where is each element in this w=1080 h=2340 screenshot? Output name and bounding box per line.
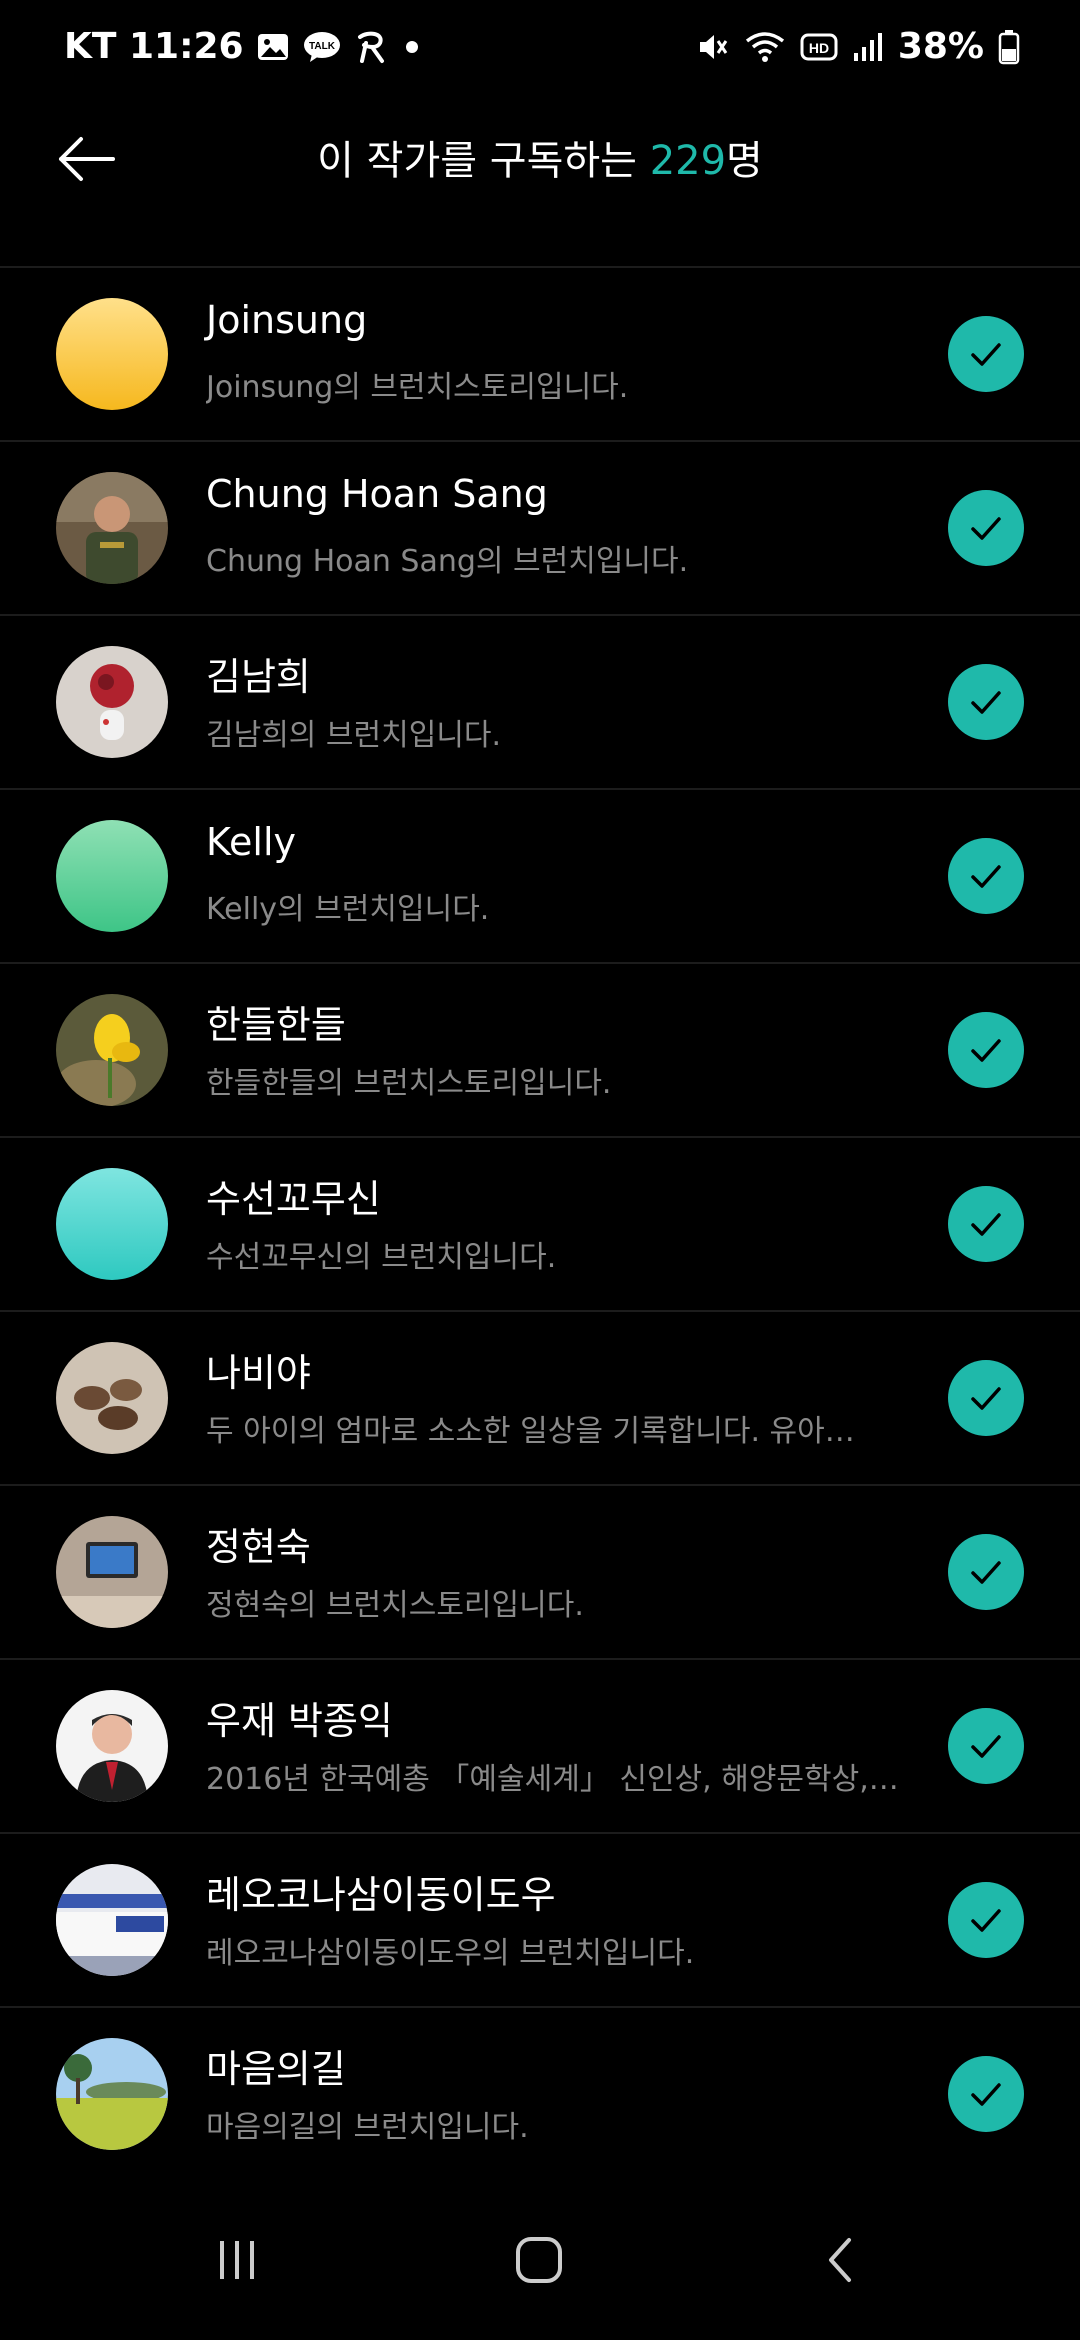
page-title: 이 작가를 구독하는 229명 — [0, 128, 1080, 186]
checkmark-icon — [971, 865, 1001, 888]
battery-icon — [998, 29, 1020, 65]
list-item[interactable]: 우재 박종익 2016년 한국예총 「예술세계」 신인상, 해양문학상, … — [0, 1660, 1080, 1834]
subscriber-description: 마음의길의 브런치입니다. — [206, 2110, 529, 2145]
signal-icon — [852, 31, 884, 63]
avatar — [56, 298, 168, 410]
recent-apps-icon — [220, 2241, 254, 2279]
subscribed-toggle-button[interactable] — [948, 1360, 1024, 1436]
system-back-button[interactable] — [796, 2220, 886, 2300]
recent-apps-button[interactable] — [192, 2220, 282, 2300]
avatar — [56, 472, 168, 584]
avatar — [56, 820, 168, 932]
checkmark-icon — [971, 1735, 1001, 1758]
checkmark-icon — [971, 1909, 1001, 1932]
kakaotalk-icon: TALK — [302, 30, 342, 64]
avatar — [56, 1516, 168, 1628]
gallery-icon — [256, 30, 290, 64]
subscriber-description: 레오코나삼이동이도우의 브런치입니다. — [206, 1936, 695, 1971]
subscribed-toggle-button[interactable] — [948, 1186, 1024, 1262]
status-bar: KT 11:26 TALK HD 38% — [0, 0, 1080, 104]
avatar — [56, 1690, 168, 1802]
subscriber-name: 정현숙 — [206, 1525, 311, 1569]
subscribed-toggle-button[interactable] — [948, 1534, 1024, 1610]
title-prefix: 이 작가를 구독하는 — [317, 138, 650, 184]
subscriber-name: Kelly — [206, 820, 297, 864]
subscribed-toggle-button[interactable] — [948, 1012, 1024, 1088]
dot-icon — [402, 37, 422, 57]
status-left: KT 11:26 TALK — [64, 26, 422, 67]
subscriber-name: Joinsung — [206, 298, 368, 342]
svg-text:HD: HD — [809, 40, 829, 56]
subscribed-toggle-button[interactable] — [948, 1708, 1024, 1784]
avatar — [56, 646, 168, 758]
subscriber-name: 김남희 — [206, 655, 311, 699]
header: 이 작가를 구독하는 229명 — [0, 104, 1080, 264]
list-item[interactable]: 나비야 두 아이의 엄마로 소소한 일상을 기록합니다. 유아… — [0, 1312, 1080, 1486]
status-time: KT 11:26 — [64, 26, 244, 67]
hd-icon: HD — [800, 31, 838, 63]
subscriber-description: 정현숙의 브런치스토리입니다. — [206, 1588, 584, 1623]
system-nav-bar — [0, 2180, 1080, 2340]
list-item[interactable]: 한들한들 한들한들의 브런치스토리입니다. — [0, 964, 1080, 1138]
subscriber-name: 마음의길 — [206, 2047, 346, 2091]
subscriber-name: 나비야 — [206, 1351, 311, 1395]
battery-percent: 38% — [897, 26, 984, 67]
subscriber-list: Joinsung Joinsung의 브런치스토리입니다. Chung Hoan… — [0, 268, 1080, 2182]
subscriber-description: 한들한들의 브런치스토리입니다. — [206, 1066, 612, 1101]
checkmark-icon — [971, 517, 1001, 540]
status-right: HD 38% — [694, 26, 1020, 67]
subscriber-description: 2016년 한국예총 「예술세계」 신인상, 해양문학상, … — [206, 1762, 906, 1797]
subscribed-toggle-button[interactable] — [948, 1882, 1024, 1958]
list-item[interactable]: Joinsung Joinsung의 브런치스토리입니다. — [0, 268, 1080, 442]
subscriber-name: 레오코나삼이동이도우 — [206, 1873, 556, 1917]
avatar — [56, 2038, 168, 2150]
subscribed-toggle-button[interactable] — [948, 2056, 1024, 2132]
app-icon — [354, 29, 390, 65]
home-button[interactable] — [494, 2220, 584, 2300]
mute-icon — [694, 29, 730, 65]
subscribed-toggle-button[interactable] — [948, 664, 1024, 740]
subscriber-description: Joinsung의 브런치스토리입니다. — [206, 370, 629, 405]
subscribed-toggle-button[interactable] — [948, 838, 1024, 914]
subscriber-description: Kelly의 브런치입니다. — [206, 892, 490, 927]
avatar — [56, 1168, 168, 1280]
list-item[interactable]: Chung Hoan Sang Chung Hoan Sang의 브런치입니다. — [0, 442, 1080, 616]
list-item[interactable]: 김남희 김남희의 브런치입니다. — [0, 616, 1080, 790]
checkmark-icon — [971, 1387, 1001, 1410]
avatar — [56, 994, 168, 1106]
list-item[interactable]: 수선꼬무신 수선꼬무신의 브런치입니다. — [0, 1138, 1080, 1312]
checkmark-icon — [971, 1213, 1001, 1236]
subscribed-toggle-button[interactable] — [948, 316, 1024, 392]
list-item[interactable]: 마음의길 마음의길의 브런치입니다. — [0, 2008, 1080, 2182]
checkmark-icon — [971, 1561, 1001, 1584]
checkmark-icon — [971, 343, 1001, 366]
subscriber-name: 수선꼬무신 — [206, 1177, 381, 1221]
checkmark-icon — [971, 691, 1001, 714]
subscriber-description: 두 아이의 엄마로 소소한 일상을 기록합니다. 유아… — [206, 1414, 855, 1449]
subscriber-description: 수선꼬무신의 브런치입니다. — [206, 1240, 557, 1275]
list-item[interactable]: 레오코나삼이동이도우 레오코나삼이동이도우의 브런치입니다. — [0, 1834, 1080, 2008]
subscriber-name: 우재 박종익 — [206, 1699, 393, 1743]
subscriber-count: 229 — [649, 138, 727, 184]
subscriber-name: 한들한들 — [206, 1003, 346, 1047]
title-suffix: 명 — [726, 138, 763, 184]
home-icon — [516, 2237, 562, 2283]
wifi-icon — [744, 29, 786, 65]
subscriber-name: Chung Hoan Sang — [206, 472, 548, 516]
subscribed-toggle-button[interactable] — [948, 490, 1024, 566]
subscriber-description: Chung Hoan Sang의 브런치입니다. — [206, 544, 689, 579]
svg-text:TALK: TALK — [309, 41, 336, 52]
checkmark-icon — [971, 2083, 1001, 2106]
list-item[interactable]: Kelly Kelly의 브런치입니다. — [0, 790, 1080, 964]
list-item[interactable]: 정현숙 정현숙의 브런치스토리입니다. — [0, 1486, 1080, 1660]
avatar — [56, 1342, 168, 1454]
checkmark-icon — [971, 1039, 1001, 1062]
avatar — [56, 1864, 168, 1976]
subscriber-description: 김남희의 브런치입니다. — [206, 718, 502, 753]
chevron-left-icon — [829, 2238, 851, 2282]
